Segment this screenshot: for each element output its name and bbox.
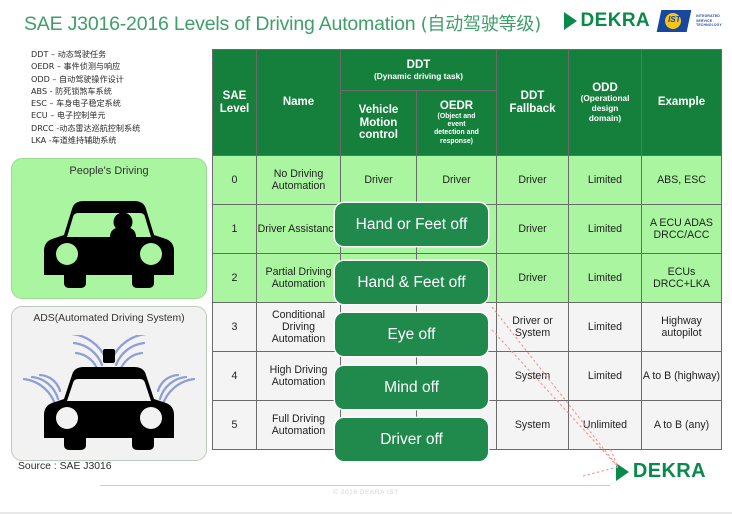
overlay-pill-driver-off[interactable]: Driver off: [335, 418, 488, 461]
col-header-sae-level-line2: Level: [219, 102, 250, 115]
cell-fallback: Driver: [496, 204, 569, 254]
page-title-english: SAE J3016-2016 Levels of Driving Automat…: [24, 13, 421, 35]
col-header-ddt-group: DDT (Dynamic driving task): [340, 49, 497, 91]
abbreviation-item: ECU – 电子控制单元: [31, 110, 106, 121]
overlay-pill-mind-off[interactable]: Mind off: [335, 366, 488, 409]
cell-fallback: System: [496, 400, 569, 450]
col-header-ddt: DDT: [406, 58, 431, 71]
cell-odd: Unlimited: [568, 400, 642, 450]
dekra-chevron-icon: [615, 462, 629, 481]
abbreviation-item: ODD – 自动驾驶操作设计: [31, 73, 124, 84]
overlay-pill-hand-and-feet-off[interactable]: Hand & Feet off: [335, 261, 488, 304]
col-header-sae-level-line1: SAE: [222, 89, 247, 102]
abbreviation-item: ESC – 车身电子稳定系统: [31, 98, 121, 109]
cell-example: ABS, ESC: [641, 155, 722, 205]
dekra-logo-bottom: DEKRA: [615, 460, 706, 483]
cell-name: High Driving Automation: [256, 351, 341, 401]
col-header-oedr-sub3: detection and: [434, 129, 479, 137]
cell-example: A ECU ADAS DRCC/ACC: [641, 204, 722, 254]
col-header-example: Example: [641, 49, 722, 156]
car-with-driver-icon: [12, 183, 206, 294]
cell-name: Partial Driving Automation: [256, 253, 341, 303]
footer-divider: [100, 485, 610, 486]
cell-example: ECUs DRCC+LKA: [641, 253, 722, 303]
cell-vehicle-motion-text: Driver: [364, 173, 393, 186]
cell-name: No Driving Automation: [256, 155, 341, 205]
cell-odd: Limited: [568, 302, 642, 352]
col-header-oedr: OEDR (Object and event detection and res…: [416, 90, 497, 156]
ist-badge-label: IST: [668, 15, 681, 24]
col-header-odd-title: ODD: [592, 81, 618, 94]
ist-badge-icon: IST: [656, 10, 692, 32]
abbreviation-item: ABS - 防死锁煞车系统: [31, 85, 112, 96]
col-header-odd-sub3: domain): [588, 112, 622, 123]
col-header-odd: ODD (Operational design domain): [568, 49, 642, 156]
ist-tagline-line1: INTEGRATED: [696, 13, 720, 18]
cell-level: 2: [212, 253, 257, 303]
cell-example: A to B (any): [641, 400, 722, 450]
dekra-chevron-icon: [563, 12, 577, 30]
col-header-oedr-sub2: event: [447, 121, 466, 129]
page-title-chinese: (自动驾驶等级): [420, 14, 542, 35]
panel-ads: ADS(Automated Driving System): [11, 306, 207, 461]
cell-level: 0: [212, 155, 257, 205]
col-header-name: Name: [256, 49, 341, 156]
ist-tagline-line2: SERVICE: [696, 18, 713, 23]
dekra-logo-top: DEKRA IST INTEGRATED SERVICE TECHNOLOGY: [563, 8, 723, 34]
cell-level: 5: [212, 400, 257, 450]
cell-odd: Limited: [568, 155, 642, 205]
cell-odd: Limited: [568, 253, 642, 303]
dekra-wordmark: DEKRA: [632, 460, 706, 482]
ist-tagline: INTEGRATED SERVICE TECHNOLOGY: [696, 14, 722, 29]
cell-example: A to B (highway): [641, 351, 722, 401]
table-row[interactable]: 0 No Driving Automation Driver Driver Dr…: [212, 155, 722, 205]
cell-level: 3: [212, 302, 257, 352]
panel-ads-title: ADS(Automated Driving System): [33, 313, 185, 324]
abbreviation-item: DRCC -动态雷达巡航控制系统: [31, 122, 141, 133]
cell-name: Conditional Driving Automation: [256, 302, 341, 352]
source-label: Source : SAE J3016: [18, 461, 112, 472]
ist-tagline-line3: TECHNOLOGY: [696, 23, 722, 28]
col-header-oedr-sub1: (Object and: [437, 112, 476, 120]
panel-peoples-driving: People's Driving: [11, 158, 207, 299]
abbreviation-legend: DDT – 动态驾驶任务 OEDR – 事件侦测与响应 ODD – 自动驾驶操作…: [31, 48, 206, 146]
cell-fallback: Driver or System: [496, 302, 569, 352]
copyright-label: © 2016 DEKRA IST: [333, 489, 399, 496]
cell-name: Driver Assistance: [256, 204, 341, 254]
cell-level: 1: [212, 204, 257, 254]
col-header-vmc-line1: Vehicle: [358, 103, 399, 116]
col-header-vmc-line2: Motion: [359, 116, 398, 129]
abbreviation-item: OEDR – 事件侦测与响应: [31, 61, 121, 72]
col-header-ddt-fallback: DDT Fallback: [496, 49, 569, 156]
cell-fallback: System: [496, 351, 569, 401]
cell-oedr-text: Driver: [442, 173, 471, 186]
autonomous-car-radar-icon: [12, 331, 206, 456]
col-header-sae-level: SAE Level: [212, 49, 257, 156]
overlay-pill-eye-off[interactable]: Eye off: [335, 313, 488, 356]
col-header-oedr-title: OEDR: [439, 100, 474, 112]
cell-odd: Limited: [568, 351, 642, 401]
cell-name: Full Driving Automation: [256, 400, 341, 450]
abbreviation-item: DDT – 动态驾驶任务: [31, 49, 107, 59]
abbreviation-item: LKA -车道维持辅助系统: [31, 135, 117, 146]
cell-level: 4: [212, 351, 257, 401]
slide-canvas: SAE J3016-2016 Levels of Driving Automat…: [0, 0, 732, 514]
col-header-vehicle-motion-control: Vehicle Motion control: [340, 90, 417, 156]
panel-peoples-driving-title: People's Driving: [69, 165, 149, 177]
col-header-ddt-sub: (Dynamic driving task): [374, 70, 463, 81]
cell-fallback: Driver: [496, 155, 569, 205]
cell-odd: Limited: [568, 204, 642, 254]
col-header-ddt-fallback-line1: DDT: [520, 89, 545, 102]
cell-example: Highway autopilot: [641, 302, 722, 352]
col-header-oedr-sub4: response): [440, 137, 473, 145]
col-header-vmc-line3: control: [359, 129, 398, 142]
dekra-wordmark: DEKRA: [580, 10, 651, 31]
page-title: SAE J3016-2016 Levels of Driving Automat…: [24, 10, 541, 36]
cell-oedr: Driver: [416, 155, 497, 205]
table-header: SAE Level Name DDT (Dynamic driving task…: [212, 49, 722, 156]
cell-vehicle-motion: Driver: [340, 155, 417, 205]
col-header-ddt-fallback-line2: Fallback: [509, 102, 556, 115]
overlay-pill-hand-or-feet-off[interactable]: Hand or Feet off: [335, 203, 488, 246]
cell-fallback: Driver: [496, 253, 569, 303]
